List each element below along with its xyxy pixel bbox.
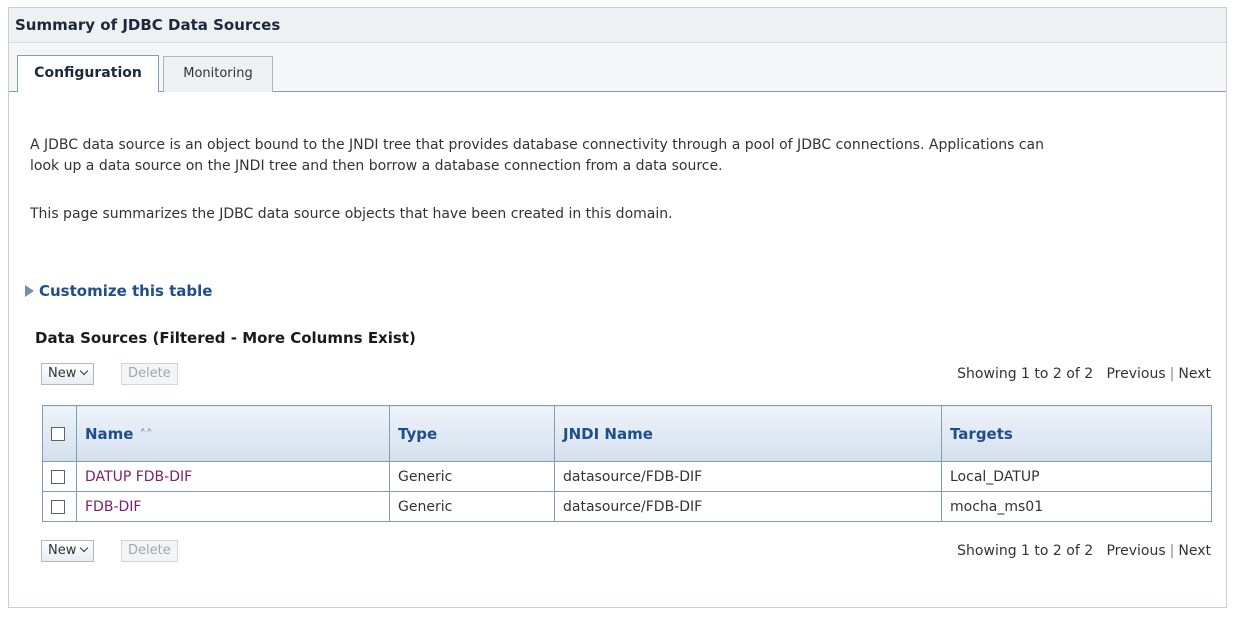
pager-showing: Showing 1 to 2 of 2: [957, 543, 1094, 559]
data-sources-table: Name ˄˄ Type JNDI Name Targets DATUP FDB-…: [42, 405, 1212, 522]
datasource-name-link[interactable]: FDB-DIF: [85, 499, 141, 515]
next-link[interactable]: Next: [1178, 543, 1211, 559]
chevron-down-icon: [80, 543, 89, 553]
targets-cell: Local_DATUP: [941, 461, 1212, 492]
pager: Showing 1 to 2 of 2 Previous | Next: [957, 363, 1211, 385]
column-header-jndi-name[interactable]: JNDI Name: [554, 405, 942, 462]
new-button-label: New: [48, 543, 77, 558]
description-line-2: look up a data source on the JNDI tree a…: [30, 158, 723, 174]
chevron-down-icon: [80, 366, 89, 376]
table-controls-bottom: New Delete Showing 1 to 2 of 2 Previous |…: [41, 540, 1211, 562]
datasource-name-link[interactable]: DATUP FDB-DIF: [85, 469, 192, 485]
pager-separator: |: [1169, 366, 1175, 382]
select-all-cell: [42, 405, 77, 462]
row-checkbox[interactable]: [51, 499, 65, 514]
sort-ascending-icon[interactable]: ˄˄: [139, 428, 152, 443]
tab-bar: Configuration Monitoring: [9, 43, 1226, 92]
jdbc-summary-panel: Summary of JDBC Data Sources Configurati…: [8, 7, 1227, 608]
type-cell: Generic: [389, 491, 555, 522]
column-header-targets[interactable]: Targets: [941, 405, 1212, 462]
type-cell: Generic: [389, 461, 555, 492]
delete-button[interactable]: Delete: [121, 363, 178, 385]
new-button[interactable]: New: [41, 540, 95, 562]
targets-cell: mocha_ms01: [941, 491, 1212, 522]
previous-link[interactable]: Previous: [1106, 543, 1165, 559]
new-button[interactable]: New: [41, 363, 95, 385]
previous-link[interactable]: Previous: [1106, 366, 1165, 382]
delete-button[interactable]: Delete: [121, 540, 178, 562]
row-select-cell: [42, 491, 77, 522]
next-link[interactable]: Next: [1178, 366, 1211, 382]
name-cell: DATUP FDB-DIF: [76, 461, 390, 492]
tab-configuration[interactable]: Configuration: [17, 55, 159, 92]
description-line-1: A JDBC data source is an object bound to…: [30, 137, 1045, 153]
column-header-type[interactable]: Type: [389, 405, 555, 462]
new-button-label: New: [48, 366, 77, 381]
panel-title: Summary of JDBC Data Sources: [9, 8, 1226, 43]
row-select-cell: [42, 461, 77, 492]
row-checkbox[interactable]: [51, 469, 65, 484]
name-cell: FDB-DIF: [76, 491, 390, 522]
jndi-name-cell: datasource/FDB-DIF: [554, 491, 942, 522]
table-row: DATUP FDB-DIF Generic datasource/FDB-DIF…: [42, 461, 1212, 492]
table-title: Data Sources (Filtered - More Columns Ex…: [35, 329, 416, 347]
description-line-3: This page summarizes the JDBC data sourc…: [30, 206, 673, 222]
column-header-name-label: Name: [85, 424, 134, 443]
table-row: FDB-DIF Generic datasource/FDB-DIF mocha…: [42, 491, 1212, 522]
tab-monitoring[interactable]: Monitoring: [163, 56, 273, 92]
table-controls-top: New Delete Showing 1 to 2 of 2 Previous |…: [41, 363, 1211, 385]
pager: Showing 1 to 2 of 2 Previous | Next: [957, 540, 1211, 562]
jndi-name-cell: datasource/FDB-DIF: [554, 461, 942, 492]
customize-table-link[interactable]: Customize this table: [25, 282, 212, 300]
customize-table-label: Customize this table: [39, 282, 213, 300]
column-header-name[interactable]: Name ˄˄: [76, 405, 390, 462]
expand-triangle-icon: [25, 285, 34, 297]
select-all-checkbox[interactable]: [51, 427, 65, 441]
pager-showing: Showing 1 to 2 of 2: [957, 366, 1094, 382]
pager-separator: |: [1169, 543, 1175, 559]
table-header-row: Name ˄˄ Type JNDI Name Targets: [42, 405, 1212, 462]
